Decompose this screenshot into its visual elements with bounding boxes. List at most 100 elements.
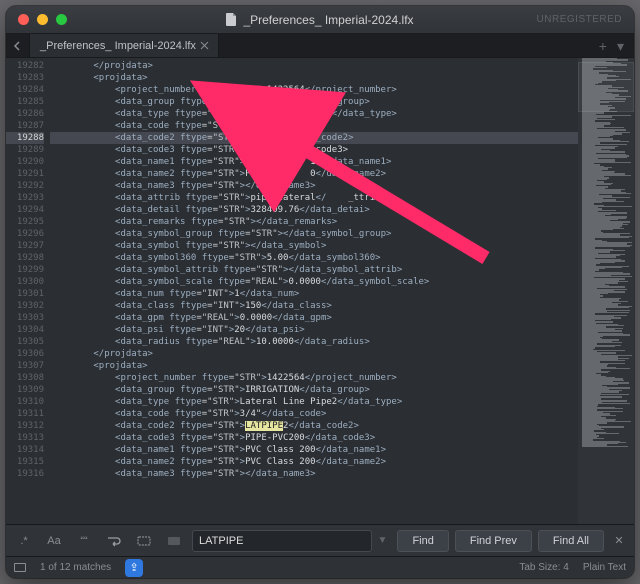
find-all-button[interactable]: Find All	[538, 530, 604, 552]
code-line[interactable]: <projdata>	[50, 360, 578, 372]
code-line[interactable]: <projdata>	[50, 72, 578, 84]
line-number[interactable]: 19305	[6, 336, 44, 348]
maximize-window-button[interactable]	[56, 14, 67, 25]
line-number[interactable]: 19316	[6, 468, 44, 480]
line-number[interactable]: 19315	[6, 456, 44, 468]
code-line[interactable]: <data_symbol_group ftype="STR"></data_sy…	[50, 228, 578, 240]
line-number[interactable]: 19287	[6, 120, 44, 132]
code-line[interactable]: <data_psi ftype="INT">20</data_psi>	[50, 324, 578, 336]
code-line[interactable]: <project_number ftype="STR">1422564</pro…	[50, 84, 578, 96]
line-number[interactable]: 19298	[6, 252, 44, 264]
line-number[interactable]: 19303	[6, 312, 44, 324]
code-line[interactable]: <data_code3 ftype="STR">P-PVC40 _code3>	[50, 144, 578, 156]
new-tab-button[interactable]: +	[599, 39, 607, 53]
syntax-selector[interactable]: Plain Text	[583, 562, 626, 573]
code-line[interactable]: <data_name2 ftype="STR">PVC Class 200</d…	[50, 456, 578, 468]
line-number[interactable]: 19299	[6, 264, 44, 276]
line-number[interactable]: 19290	[6, 156, 44, 168]
code-line[interactable]: <data_attrib ftype="STR">pipe-lateral</ …	[50, 192, 578, 204]
line-number[interactable]: 19311	[6, 408, 44, 420]
code-line[interactable]: <data_symbol360 ftype="STR">5.00</data_s…	[50, 252, 578, 264]
line-number[interactable]: 19308	[6, 372, 44, 384]
editor-area: 1928219283192841928519286192871928819289…	[6, 58, 634, 524]
line-number[interactable]: 19282	[6, 60, 44, 72]
line-number[interactable]: 19284	[6, 84, 44, 96]
code-line[interactable]: <data_code ftype="STR">3/4"</data_code>	[50, 408, 578, 420]
line-number[interactable]: 19285	[6, 96, 44, 108]
code-line[interactable]: <data_code2 ftype="STR">LATPIPE2</data_c…	[50, 420, 578, 432]
code-line[interactable]: <data_code ftype="STR">1/2"</data_code>	[50, 120, 578, 132]
code-line[interactable]: <data_num ftype="INT">1</data_num>	[50, 288, 578, 300]
find-prev-button[interactable]: Find Prev	[455, 530, 532, 552]
line-number[interactable]: 19314	[6, 444, 44, 456]
code-line[interactable]: <data_name1 ftype="STR">PVC Class 200</d…	[50, 444, 578, 456]
line-number[interactable]: 19301	[6, 288, 44, 300]
line-number[interactable]: 19291	[6, 168, 44, 180]
code-area[interactable]: </projdata> <projdata> <project_number f…	[50, 58, 578, 524]
line-number[interactable]: 19293	[6, 192, 44, 204]
find-next-button[interactable]: Find	[397, 530, 448, 552]
wrap-toggle-button[interactable]	[102, 530, 126, 552]
close-window-button[interactable]	[18, 14, 29, 25]
line-number[interactable]: 19297	[6, 240, 44, 252]
line-number[interactable]: 19288	[6, 132, 44, 144]
code-line[interactable]: <data_class ftype="INT">150</data_class>	[50, 300, 578, 312]
open-file-tab[interactable]: _Preferences_ Imperial-2024.lfx	[30, 34, 219, 57]
find-history-dropdown[interactable]: ▼	[378, 535, 392, 546]
minimap-viewport[interactable]	[578, 62, 634, 112]
code-line[interactable]: <data_symbol_scale ftype="REAL">0.0000</…	[50, 276, 578, 288]
tab-overflow-button[interactable]: ▾	[617, 39, 624, 53]
code-line[interactable]: <data_symbol ftype="STR"></data_symbol>	[50, 240, 578, 252]
whole-word-toggle-button[interactable]: ““	[72, 530, 96, 552]
find-input[interactable]	[192, 530, 372, 552]
line-number[interactable]: 19295	[6, 216, 44, 228]
tab-size-selector[interactable]: Tab Size: 4	[519, 562, 568, 573]
code-line[interactable]: <data_type ftype="STR">Lateral Line Pipe…	[50, 108, 578, 120]
close-tab-button[interactable]	[200, 41, 210, 51]
code-line[interactable]: <project_number ftype="STR">1422564</pro…	[50, 372, 578, 384]
close-find-bar-button[interactable]: ✕	[610, 534, 628, 547]
code-line[interactable]: <data_group ftype="STR">IRRIGATION</data…	[50, 384, 578, 396]
regex-toggle-button[interactable]: .*	[12, 530, 36, 552]
highlight-matches-toggle-button[interactable]	[162, 530, 186, 552]
code-line[interactable]: <data_type ftype="STR">Lateral Line Pipe…	[50, 396, 578, 408]
line-number[interactable]: 19294	[6, 204, 44, 216]
line-number[interactable]: 19304	[6, 324, 44, 336]
line-number[interactable]: 19309	[6, 384, 44, 396]
minimap[interactable]	[578, 58, 634, 524]
tab-history-back-button[interactable]	[6, 34, 30, 57]
line-number[interactable]: 19286	[6, 108, 44, 120]
minimize-window-button[interactable]	[37, 14, 48, 25]
line-number[interactable]: 19307	[6, 360, 44, 372]
code-line[interactable]: <data_name3 ftype="STR"></data_name3>	[50, 468, 578, 480]
in-selection-toggle-button[interactable]	[132, 530, 156, 552]
line-number[interactable]: 19312	[6, 420, 44, 432]
line-number[interactable]: 19292	[6, 180, 44, 192]
code-line[interactable]: <data_code2 ftype="STR">LATPIPE</data_co…	[50, 132, 578, 144]
code-line[interactable]: <data_name1 ftype="STR">PVC Sche 10</dat…	[50, 156, 578, 168]
line-number[interactable]: 19283	[6, 72, 44, 84]
line-number[interactable]: 19310	[6, 396, 44, 408]
code-line[interactable]: </projdata>	[50, 348, 578, 360]
code-line[interactable]: <data_detail ftype="STR">328409.76</data…	[50, 204, 578, 216]
code-line[interactable]: <data_radius ftype="REAL">10.0000</data_…	[50, 336, 578, 348]
code-line[interactable]: <data_group ftype="STR">IRRIGATION</data…	[50, 96, 578, 108]
code-line[interactable]: <data_symbol_attrib ftype="STR"></data_s…	[50, 264, 578, 276]
code-line[interactable]: <data_gpm ftype="REAL">0.0000</data_gpm>	[50, 312, 578, 324]
line-number[interactable]: 19302	[6, 300, 44, 312]
case-sensitive-toggle-button[interactable]: Aa	[42, 530, 66, 552]
line-number[interactable]: 19289	[6, 144, 44, 156]
line-number[interactable]: 19300	[6, 276, 44, 288]
line-number[interactable]: 19296	[6, 228, 44, 240]
code-line[interactable]: <data_remarks ftype="STR"></data_remarks…	[50, 216, 578, 228]
line-number[interactable]: 19306	[6, 348, 44, 360]
titlebar: _Preferences_ Imperial-2024.lfx UNREGIST…	[6, 6, 634, 34]
line-number[interactable]: 19313	[6, 432, 44, 444]
line-number-gutter[interactable]: 1928219283192841928519286192871928819289…	[6, 58, 50, 524]
code-line[interactable]: <data_name2 ftype="STR">PVC Sched 0</dat…	[50, 168, 578, 180]
code-line[interactable]: <data_name3 ftype="STR"></data_name3>	[50, 180, 578, 192]
code-line[interactable]: </projdata>	[50, 60, 578, 72]
toggle-side-panel-button[interactable]	[14, 563, 26, 572]
input-indicator-icon[interactable]: ⇪	[125, 559, 143, 577]
code-line[interactable]: <data_code3 ftype="STR">PIPE-PVC200</dat…	[50, 432, 578, 444]
